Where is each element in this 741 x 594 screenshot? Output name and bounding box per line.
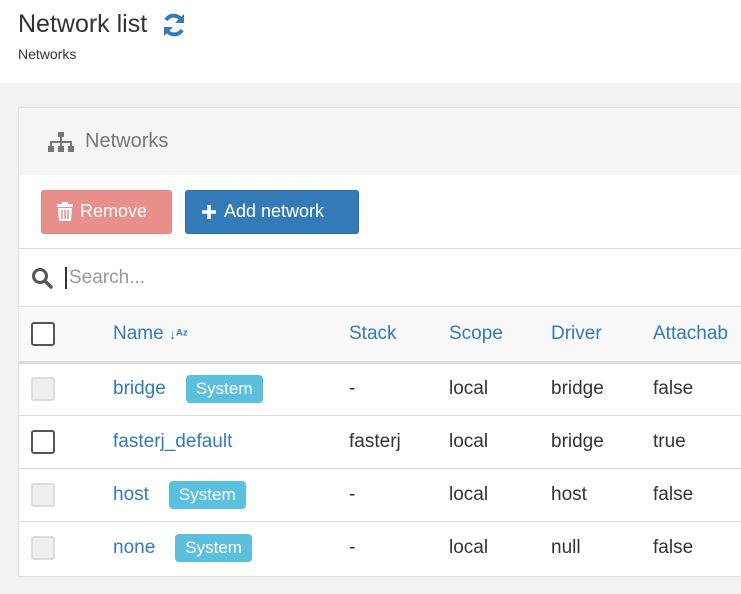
sitemap-icon (48, 131, 74, 152)
row-checkbox[interactable] (31, 429, 55, 454)
driver-cell: bridge (551, 415, 653, 469)
network-name-link[interactable]: bridge (113, 378, 166, 399)
system-badge: System (175, 533, 252, 562)
page-header: Network list Networks (0, 0, 741, 83)
attachable-cell: true (653, 415, 741, 469)
row-checkbox (31, 482, 55, 507)
scope-cell: local (449, 415, 551, 469)
stack-cell: fasterj (349, 415, 449, 469)
remove-label: Remove (80, 201, 148, 221)
panel-title: Networks (85, 130, 169, 152)
driver-cell: null (551, 536, 581, 558)
add-network-label: Add network (224, 201, 325, 221)
stack-cell: - (349, 468, 449, 522)
page-title-text: Network list (18, 10, 148, 38)
row-checkbox (31, 377, 55, 401)
trash-icon (57, 202, 73, 221)
select-all-checkbox[interactable] (31, 321, 55, 346)
sort-driver[interactable]: Driver (551, 323, 602, 344)
sort-attachable[interactable]: Attachab (653, 323, 728, 344)
sort-scope[interactable]: Scope (449, 323, 503, 344)
remove-button[interactable]: Remove (41, 189, 172, 234)
stack-cell: - (349, 536, 356, 558)
network-name-link[interactable]: fasterj_default (113, 431, 232, 452)
add-network-button[interactable]: Add network (185, 189, 359, 234)
stack-cell: - (349, 362, 449, 416)
system-badge: System (185, 375, 263, 403)
page-title: Network list (18, 10, 187, 39)
networks-panel: Networks Remove Add network Name ↓ᴬᶻ Sta… (18, 107, 741, 577)
network-name-link[interactable]: host (113, 484, 149, 505)
sort-stack[interactable]: Stack (349, 323, 397, 344)
search-input[interactable] (65, 266, 465, 289)
scope-cell: local (449, 362, 551, 416)
panel-header: Networks (19, 108, 741, 175)
plus-icon (202, 204, 216, 219)
attachable-cell: false (653, 536, 694, 558)
sort-name[interactable]: Name ↓ᴬᶻ (113, 323, 188, 344)
toolbar: Remove Add network (19, 175, 741, 249)
scope-cell: local (449, 468, 551, 522)
table-row: none System - local null false (19, 521, 741, 574)
refresh-icon[interactable] (161, 12, 187, 38)
search-icon (32, 267, 53, 289)
driver-cell: bridge (551, 362, 653, 416)
breadcrumb: Networks (18, 46, 77, 62)
system-badge: System (168, 480, 246, 509)
table-row: bridge System - local bridge false (19, 362, 741, 416)
scope-cell: local (449, 536, 489, 558)
search-bar (19, 249, 741, 307)
sort-alpha-asc-icon: ↓ᴬᶻ (168, 325, 188, 342)
driver-cell: host (551, 468, 653, 522)
attachable-cell: false (653, 362, 741, 416)
table-row: fasterj_default fasterj local bridge tru… (19, 415, 741, 469)
row-checkbox (31, 535, 55, 560)
network-name-link[interactable]: none (113, 537, 155, 558)
attachable-cell: false (653, 468, 741, 522)
networks-table: Name ↓ᴬᶻ Stack Scope Driver Attachab bri… (19, 307, 741, 574)
table-row: host System - local host false (19, 468, 741, 522)
